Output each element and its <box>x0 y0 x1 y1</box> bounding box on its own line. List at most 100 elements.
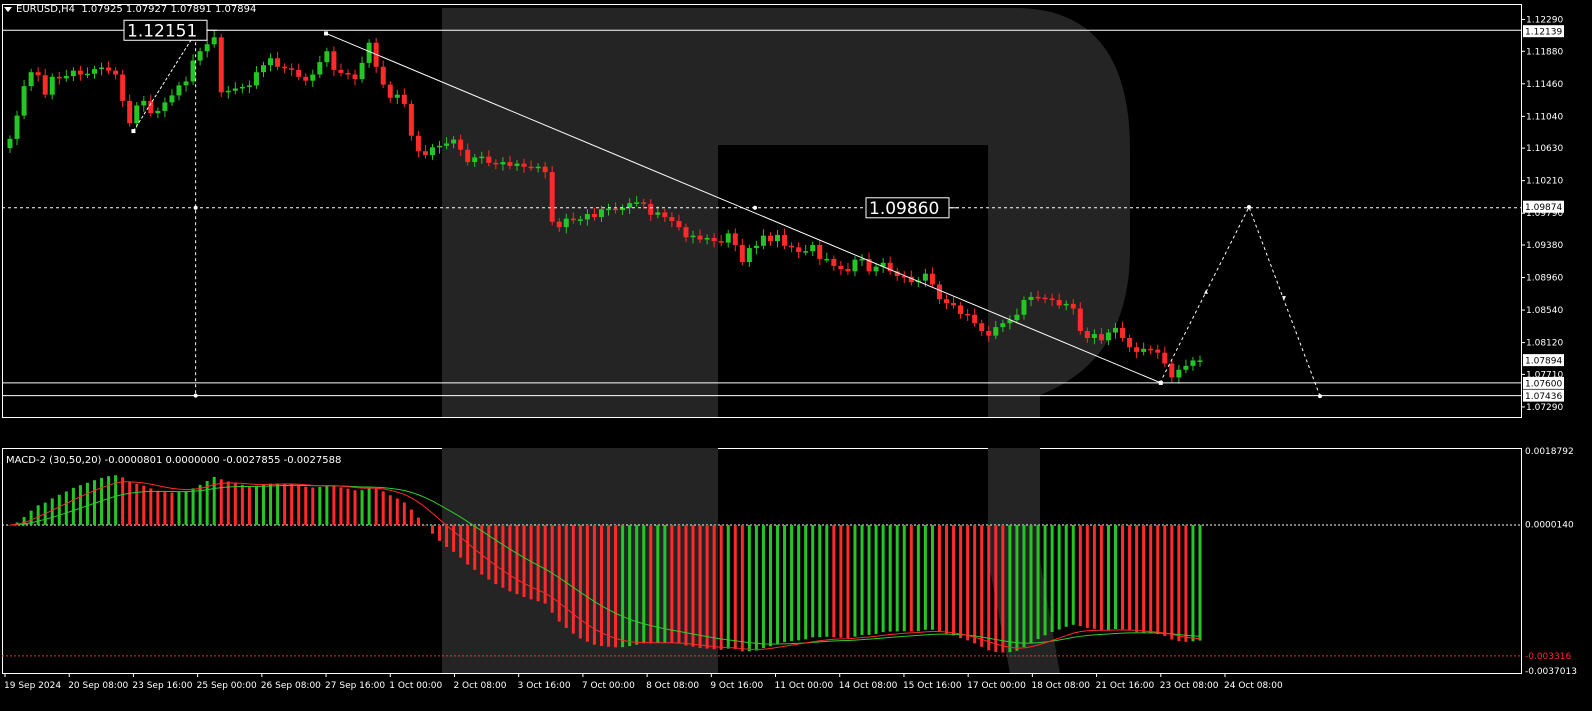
dropdown-triangle-icon[interactable] <box>4 6 12 12</box>
bear-candle <box>549 172 555 222</box>
macd-bar-falling <box>578 524 582 639</box>
macd-bar-rising <box>874 524 878 634</box>
bull-candle <box>922 273 928 281</box>
bear-candle <box>1049 298 1055 300</box>
bull-candle <box>162 102 168 111</box>
macd-bar-rising <box>1008 524 1012 653</box>
macd-bar-falling <box>339 487 343 525</box>
bull-candle <box>451 139 457 144</box>
time-tick-label: 3 Oct 16:00 <box>518 681 571 691</box>
price-chart[interactable]: 1.12151 1.09860 1.12290 1.11880 1.11460 1.110… <box>0 0 1592 707</box>
bear-candle <box>817 244 823 259</box>
bull-candle <box>253 72 259 86</box>
macd-bar-rising <box>1114 524 1118 630</box>
macd-bar-falling <box>452 524 456 552</box>
macd-bar-falling <box>832 524 836 638</box>
bear-candle <box>1035 296 1041 299</box>
bear-candle <box>415 135 421 152</box>
macd-bar-rising <box>107 476 111 525</box>
bull-candle <box>268 58 274 66</box>
macd-bar-falling <box>395 498 399 525</box>
bull-candle <box>1091 334 1097 338</box>
bear-candle <box>380 66 386 85</box>
bull-candle <box>1190 360 1196 366</box>
macd-bar-falling <box>1170 524 1174 640</box>
bear-candle <box>683 227 689 238</box>
bull-candle <box>190 60 196 82</box>
price-label: 1.07894 <box>1525 357 1562 367</box>
macd-bar-rising <box>1029 524 1033 643</box>
time-tick-label: 26 Sep 08:00 <box>261 681 321 691</box>
bull-candle <box>444 143 450 146</box>
projection-marker <box>193 393 198 398</box>
macd-bar-falling <box>409 509 413 525</box>
bull-candle <box>627 203 633 208</box>
bear-candle <box>120 74 126 101</box>
macd-bar-falling <box>987 524 991 651</box>
macd-bar-falling <box>1177 524 1181 642</box>
bear-candle <box>1084 330 1090 338</box>
macd-bar-falling <box>430 524 434 534</box>
macd-bar-rising <box>804 524 808 640</box>
bear-candle <box>1127 337 1133 348</box>
macd-bar-rising <box>642 524 646 644</box>
bear-candle <box>275 58 281 67</box>
macd-bar-rising <box>1057 524 1061 630</box>
macd-bar-falling <box>170 492 174 525</box>
bull-candle <box>584 213 590 220</box>
macd-bar-falling <box>980 524 984 647</box>
price-label: 1.07600 <box>1525 379 1562 389</box>
bull-candle <box>14 115 20 139</box>
time-tick-label: 19 Sep 2024 <box>4 681 61 691</box>
macd-bar-falling <box>839 524 843 638</box>
macd-bar-falling <box>1001 524 1005 653</box>
macd-bar-falling <box>599 524 603 646</box>
bull-candle <box>859 258 865 261</box>
bull-candle <box>563 218 569 228</box>
macd-bar-rising <box>930 524 934 630</box>
macd-bar-falling <box>846 524 850 639</box>
macd-bar-rising <box>811 524 815 638</box>
macd-bar-falling <box>557 524 561 622</box>
macd-bar-falling <box>614 524 618 648</box>
macd-bar-rising <box>825 524 829 637</box>
macd-bar-falling <box>670 524 674 643</box>
bull-candle <box>366 42 372 63</box>
macd-bar-falling <box>1128 524 1132 631</box>
macd-bar-falling <box>381 491 385 525</box>
bear-candle <box>789 245 795 248</box>
macd-bar-falling <box>1142 524 1146 633</box>
macd-bar-falling <box>909 524 913 632</box>
bear-candle <box>669 217 675 221</box>
macd-bar-rising <box>205 481 209 525</box>
macd-bar-falling <box>487 524 491 580</box>
bear-candle <box>56 76 62 79</box>
macd-bar-falling <box>592 524 596 645</box>
macd-bar-rising <box>853 524 857 637</box>
macd-bar-rising <box>184 491 188 525</box>
macd-bar-falling <box>459 524 463 558</box>
time-tick-label: 7 Oct 00:00 <box>582 681 635 691</box>
macd-bar-rising <box>367 487 371 525</box>
bear-candle <box>936 284 942 300</box>
price-label: 1.07436 <box>1525 392 1562 402</box>
macd-bar-falling <box>1092 524 1096 629</box>
price-tick-label: 1.07290 <box>1526 403 1563 413</box>
bear-candle <box>127 100 133 124</box>
bull-candle <box>775 234 781 242</box>
bear-candle <box>838 265 844 270</box>
bear-candle <box>1056 299 1062 306</box>
bear-candle <box>979 323 985 331</box>
bull-candle <box>225 90 231 93</box>
bear-candle <box>507 162 513 166</box>
macd-bar-falling <box>564 524 568 628</box>
bear-candle <box>345 72 351 75</box>
bull-candle <box>155 110 161 114</box>
price-tick-label: 1.10210 <box>1526 177 1563 187</box>
bull-candle <box>1063 303 1069 306</box>
time-tick-label: 15 Oct 16:00 <box>903 681 962 691</box>
macd-bar-rising <box>36 505 40 525</box>
bear-candle <box>1120 327 1126 338</box>
bull-candle <box>1113 327 1119 333</box>
bull-candle <box>429 147 435 156</box>
